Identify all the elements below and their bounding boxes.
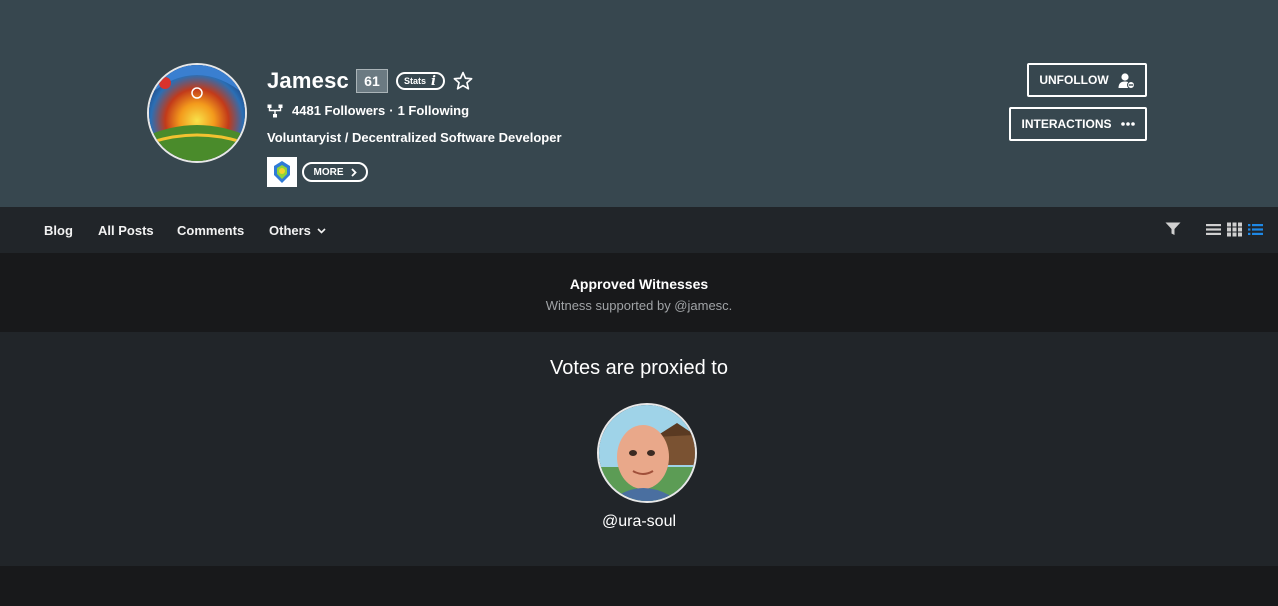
tab-blog[interactable]: Blog [44, 223, 73, 238]
info-icon: i [430, 73, 436, 89]
tab-others[interactable]: Others [269, 223, 326, 238]
unfollow-label: UNFOLLOW [1039, 73, 1109, 87]
proxy-section: Votes are proxied to @ura-soul [0, 332, 1278, 566]
star-icon[interactable] [452, 70, 474, 92]
interactions-label: INTERACTIONS [1021, 117, 1112, 131]
compact-view-icon[interactable] [1248, 222, 1263, 237]
proxy-avatar[interactable] [597, 403, 697, 503]
grid-view-icon[interactable] [1227, 222, 1242, 237]
witness-section: Approved Witnesses Witness supported by … [0, 253, 1278, 332]
network-icon [267, 104, 283, 117]
profile-name: Jamesc [267, 68, 349, 93]
following-count[interactable]: 1 Following [398, 103, 470, 118]
community-badge[interactable] [267, 157, 297, 187]
witness-subtitle: Witness supported by @jamesc. [545, 298, 733, 313]
profile-avatar[interactable] [147, 63, 247, 163]
proxy-title: Votes are proxied to [550, 357, 728, 379]
user-remove-icon [1118, 72, 1135, 89]
reputation-badge: 61 [355, 69, 388, 93]
profile-bio: Voluntaryist / Decentralized Software De… [267, 130, 562, 145]
profile-header: Jamesc 61 Stats i 4481 Followers · 1 Fol… [0, 0, 1278, 207]
unfollow-button[interactable]: UNFOLLOW [1027, 63, 1147, 97]
count-separator: · [389, 103, 394, 118]
chevron-down-icon [317, 227, 326, 234]
tab-all-posts[interactable]: All Posts [98, 223, 154, 238]
stats-label: Stats [403, 76, 426, 86]
more-label: MORE [313, 166, 344, 178]
stats-button[interactable]: Stats i [395, 72, 445, 90]
followers-count[interactable]: 4481 Followers [292, 103, 385, 118]
proxy-account-link[interactable]: @ura-soul [0, 513, 1278, 531]
chevron-right-icon [350, 167, 357, 177]
interactions-button[interactable]: INTERACTIONS [1009, 107, 1147, 141]
more-button[interactable]: MORE [302, 162, 368, 182]
witness-title: Approved Witnesses [569, 276, 709, 292]
follow-counts: 4481 Followers · 1 Following [267, 103, 469, 118]
name-row: Jamesc 61 Stats i [267, 68, 474, 94]
tab-others-label: Others [269, 223, 311, 238]
list-view-icon[interactable] [1206, 222, 1221, 237]
filter-icon[interactable] [1165, 222, 1181, 236]
ellipsis-icon [1120, 122, 1135, 126]
tab-comments[interactable]: Comments [177, 223, 244, 238]
